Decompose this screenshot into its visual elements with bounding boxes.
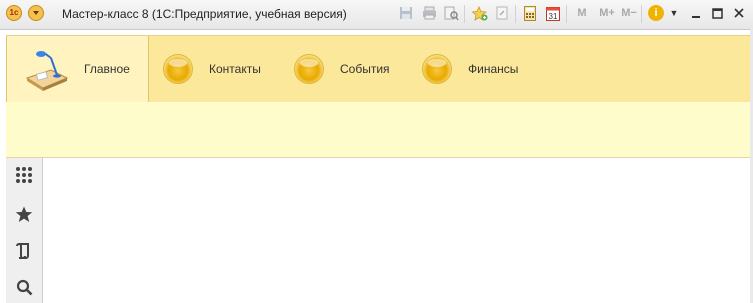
section-label: Главное [84, 62, 130, 76]
desktop-lamp-icon [25, 51, 69, 91]
info-dropdown-chevron-icon[interactable]: ▼ [666, 5, 682, 21]
section-events[interactable]: События [294, 36, 390, 102]
left-tools-panel [6, 158, 43, 303]
section-contacts[interactable]: Контакты [163, 36, 261, 102]
window-title: Мастер-класс 8 (1С:Предприятие, учебная … [62, 7, 347, 21]
history-icon[interactable] [15, 242, 33, 260]
print-preview-icon[interactable] [443, 5, 459, 21]
toolbar-separator [641, 5, 642, 23]
toolbar-separator [464, 5, 465, 23]
section-functions-panel [6, 102, 750, 158]
section-label: События [340, 62, 390, 76]
info-icon[interactable]: i [648, 5, 664, 21]
maximize-button[interactable] [708, 4, 726, 22]
sections-panel: Главное Контакты События Финансы [6, 35, 750, 103]
link-icon[interactable] [494, 5, 510, 21]
toolbar-separator [566, 5, 567, 23]
search-icon[interactable] [15, 278, 33, 296]
section-ball-icon [422, 54, 452, 84]
section-ball-icon [294, 54, 324, 84]
section-label: Контакты [209, 62, 261, 76]
memory-subtract-button[interactable]: M− [620, 5, 638, 21]
section-finances[interactable]: Финансы [422, 36, 518, 102]
main-menu-button[interactable] [28, 5, 44, 21]
add-to-favorites-icon[interactable] [472, 5, 488, 21]
calculator-icon[interactable] [522, 5, 538, 21]
memory-add-button[interactable]: M+ [596, 5, 618, 21]
section-ball-icon [163, 54, 193, 84]
all-functions-icon[interactable] [15, 166, 33, 184]
print-icon[interactable] [421, 5, 437, 21]
calendar-icon[interactable]: 31 [545, 5, 561, 21]
memory-store-button[interactable]: M [574, 5, 590, 21]
close-button[interactable] [730, 4, 748, 22]
section-main[interactable]: Главное [6, 36, 149, 102]
save-icon[interactable] [398, 5, 414, 21]
svg-text:31: 31 [549, 12, 558, 21]
toolbar-separator [515, 5, 516, 23]
favorites-star-icon[interactable] [15, 205, 33, 223]
title-bar: 1с Мастер-класс 8 (1С:Предприятие, учебн… [0, 0, 753, 30]
section-label: Финансы [468, 62, 519, 76]
work-area [43, 158, 750, 303]
minimize-button[interactable] [687, 4, 705, 22]
app-logo-icon[interactable]: 1с [6, 5, 22, 21]
